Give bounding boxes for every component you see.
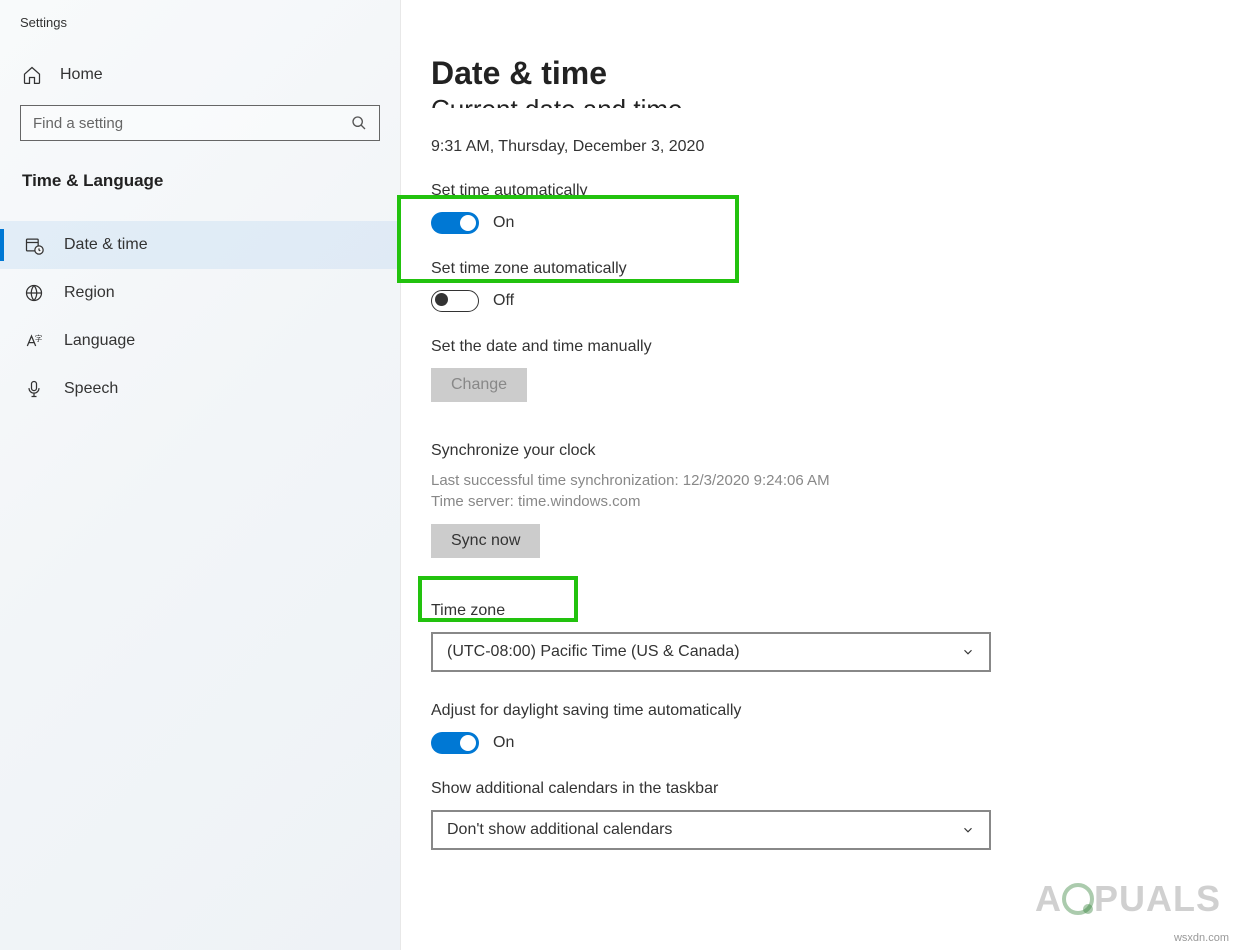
dst-row: On <box>431 732 1181 754</box>
change-button: Change <box>431 368 527 402</box>
dst-toggle[interactable] <box>431 732 479 754</box>
current-datetime: 9:31 AM, Thursday, December 3, 2020 <box>431 138 1181 156</box>
app-title: Settings <box>0 15 400 65</box>
search-input[interactable] <box>21 115 339 132</box>
sidebar: Settings Home Time & Language Date & tim… <box>0 0 400 950</box>
content: Date & time Current date and time 9:31 A… <box>401 0 1241 950</box>
truncated-heading: Current date and time <box>431 94 1181 108</box>
timezone-label: Time zone <box>431 602 1181 620</box>
microphone-icon <box>24 379 44 399</box>
set-timezone-auto-row: Off <box>431 290 1181 312</box>
set-timezone-auto-label: Set time zone automatically <box>431 260 1181 278</box>
language-icon: 字 <box>24 331 44 351</box>
timezone-value: (UTC-08:00) Pacific Time (US & Canada) <box>447 643 740 661</box>
category-title: Time & Language <box>0 171 400 221</box>
home-icon <box>22 65 42 85</box>
sync-server: Time server: time.windows.com <box>431 493 1181 510</box>
sidebar-item-region[interactable]: Region <box>0 269 400 317</box>
set-timezone-auto-state: Off <box>493 292 514 310</box>
dst-label: Adjust for daylight saving time automati… <box>431 702 1181 720</box>
set-manually-label: Set the date and time manually <box>431 338 1181 356</box>
set-timezone-auto-toggle[interactable] <box>431 290 479 312</box>
sidebar-item-date-time[interactable]: Date & time <box>0 221 400 269</box>
dst-state: On <box>493 734 514 752</box>
set-time-auto-state: On <box>493 214 514 232</box>
sidebar-item-label: Region <box>64 284 115 302</box>
sync-last: Last successful time synchronization: 12… <box>431 472 1181 489</box>
sidebar-item-label: Date & time <box>64 236 148 254</box>
set-time-auto-row: On <box>431 212 1181 234</box>
sync-now-button[interactable]: Sync now <box>431 524 540 558</box>
chevron-down-icon <box>961 645 975 659</box>
watermark: APUALS <box>1035 878 1221 920</box>
source-label: wsxdn.com <box>1174 932 1229 944</box>
home-nav[interactable]: Home <box>0 65 400 105</box>
sync-heading: Synchronize your clock <box>431 442 1181 460</box>
sidebar-item-speech[interactable]: Speech <box>0 365 400 413</box>
chevron-down-icon <box>961 823 975 837</box>
home-label: Home <box>60 66 103 84</box>
calendar-clock-icon <box>24 235 44 255</box>
set-time-auto-label: Set time automatically <box>431 182 1181 200</box>
search-icon <box>339 115 379 131</box>
calendars-dropdown[interactable]: Don't show additional calendars <box>431 810 991 850</box>
globe-icon <box>24 283 44 303</box>
calendars-value: Don't show additional calendars <box>447 821 672 839</box>
set-time-auto-toggle[interactable] <box>431 212 479 234</box>
page-title: Date & time <box>431 55 1181 92</box>
svg-text:字: 字 <box>35 333 43 343</box>
sidebar-item-label: Language <box>64 332 135 350</box>
sidebar-item-label: Speech <box>64 380 118 398</box>
timezone-dropdown[interactable]: (UTC-08:00) Pacific Time (US & Canada) <box>431 632 991 672</box>
sidebar-item-language[interactable]: 字 Language <box>0 317 400 365</box>
calendars-label: Show additional calendars in the taskbar <box>431 780 1181 798</box>
search-box[interactable] <box>20 105 380 141</box>
